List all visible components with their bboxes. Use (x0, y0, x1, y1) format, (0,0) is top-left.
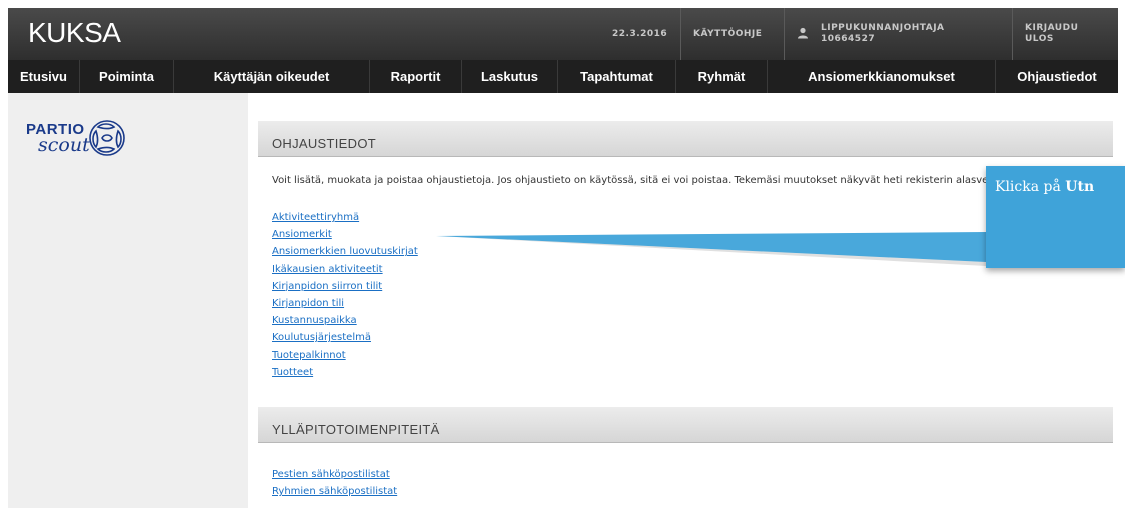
main-nav: Etusivu Poiminta Käyttäjän oikeudet Rapo… (8, 60, 1118, 93)
link-kustannuspaikka[interactable]: Kustannuspaikka (272, 315, 357, 326)
section-description: Voit lisätä, muokata ja poistaa ohjausti… (272, 175, 1051, 186)
link-ikakausien-aktiviteetit[interactable]: Ikäkausien aktiviteetit (272, 264, 383, 275)
tooltip-bold-text: Utn (1065, 179, 1095, 195)
link-tuotteet[interactable]: Tuotteet (272, 367, 313, 378)
tutorial-tooltip: Klicka på Utn (986, 166, 1125, 268)
sidebar: PARTIO scout (8, 93, 248, 508)
scout-emblem-icon (88, 120, 125, 156)
link-ansiomerkkien-luovutuskirjat[interactable]: Ansiomerkkien luovutuskirjat (272, 246, 418, 257)
link-koulutusjarjestelma[interactable]: Koulutusjärjestelmä (272, 332, 371, 343)
link-tuotepalkinnot[interactable]: Tuotepalkinnot (272, 350, 346, 361)
logo-text-scout: scout (38, 134, 90, 156)
logout-label-line1: KIRJAUDU (1025, 23, 1079, 33)
section-title-yllapitotoimenpiteita: YLLÄPITOTOIMENPITEITÄ (258, 407, 1113, 443)
section-title-ohjaustiedot: OHJAUSTIEDOT (258, 121, 1113, 157)
user-info[interactable]: LIPPUKUNNANJOHTAJA 10664527 (784, 8, 1012, 60)
link-kirjanpidon-siirron-tilit[interactable]: Kirjanpidon siirron tilit (272, 281, 382, 292)
nav-item-laskutus[interactable]: Laskutus (462, 60, 558, 93)
nav-item-ohjaustiedot[interactable]: Ohjaustiedot (996, 60, 1118, 93)
ohjaustiedot-link-list: Aktiviteettiryhmä Ansiomerkit Ansiomerkk… (272, 206, 418, 378)
app-title[interactable]: KUKSA (28, 17, 121, 49)
nav-item-ryhmat[interactable]: Ryhmät (676, 60, 768, 93)
nav-item-ansiomerkkianomukset[interactable]: Ansiomerkkianomukset (768, 60, 996, 93)
nav-item-raportit[interactable]: Raportit (370, 60, 462, 93)
link-ansiomerkit[interactable]: Ansiomerkit (272, 229, 332, 240)
yllapito-link-list: Pestien sähköpostilistat Ryhmien sähköpo… (272, 463, 397, 497)
partio-scout-logo[interactable]: PARTIO scout (26, 120, 130, 159)
tooltip-text: Klicka på (995, 179, 1066, 195)
user-icon (797, 27, 813, 41)
link-aktiviteettiryhma[interactable]: Aktiviteettiryhmä (272, 212, 359, 223)
main-content: OHJAUSTIEDOT Voit lisätä, muokata ja poi… (258, 93, 1118, 508)
nav-item-kayttajan-oikeudet[interactable]: Käyttäjän oikeudet (174, 60, 370, 93)
nav-item-tapahtumat[interactable]: Tapahtumat (558, 60, 676, 93)
link-ryhmien-sahkopostilistat[interactable]: Ryhmien sähköpostilistat (272, 486, 397, 497)
help-link[interactable]: KÄYTTÖOHJE (680, 8, 784, 60)
current-date: 22.3.2016 (612, 28, 668, 39)
top-header: KUKSA 22.3.2016 KÄYTTÖOHJE LIPPUKUNNANJO… (8, 8, 1118, 60)
user-role: LIPPUKUNNANJOHTAJA (821, 23, 945, 33)
link-kirjanpidon-tili[interactable]: Kirjanpidon tili (272, 298, 344, 309)
logout-button[interactable]: KIRJAUDU ULOS (1012, 8, 1118, 60)
user-id: 10664527 (821, 34, 876, 44)
link-pestien-sahkopostilistat[interactable]: Pestien sähköpostilistat (272, 469, 390, 480)
nav-item-etusivu[interactable]: Etusivu (8, 60, 80, 93)
logout-label-line2: ULOS (1025, 34, 1054, 44)
nav-item-poiminta[interactable]: Poiminta (80, 60, 174, 93)
